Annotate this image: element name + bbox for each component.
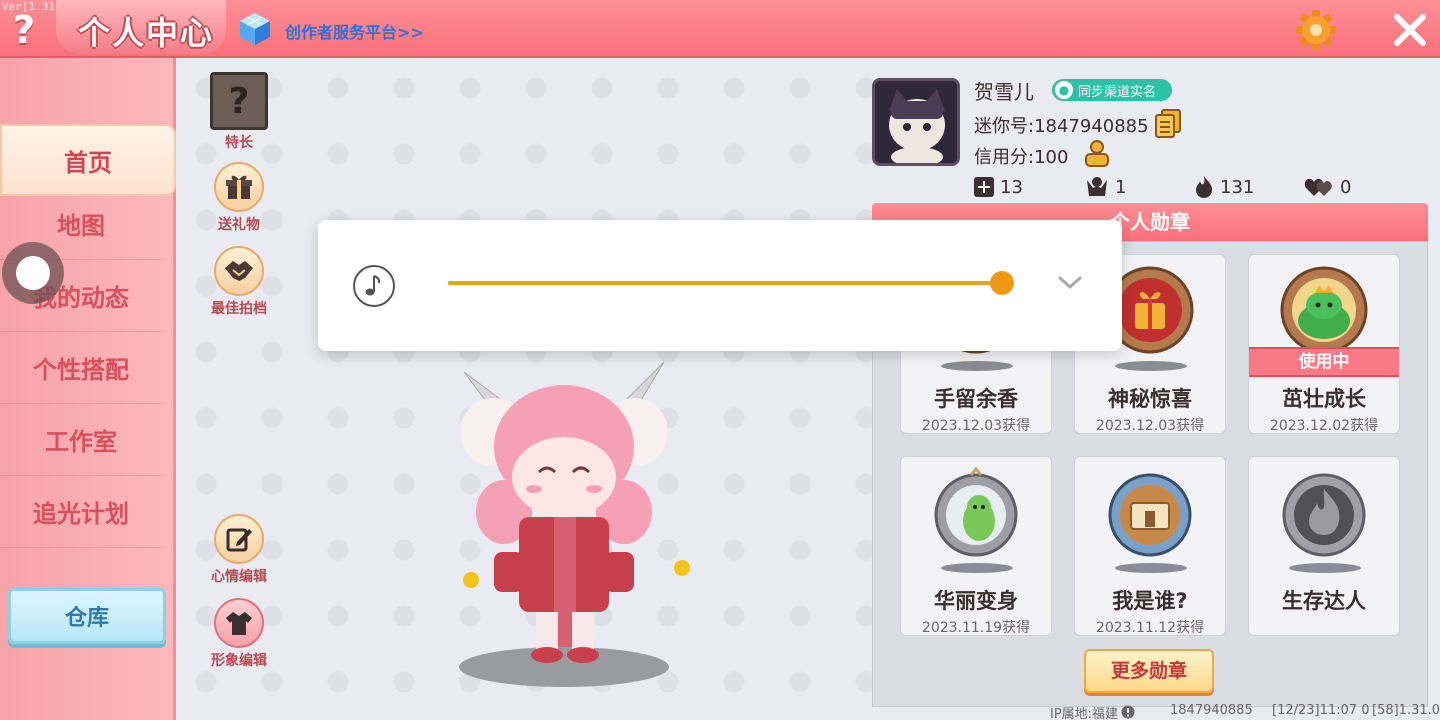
- talent-label: 特长: [225, 135, 253, 151]
- username: 贺雪儿: [974, 80, 1034, 104]
- badge-shadow: [941, 361, 1013, 371]
- character-avatar[interactable]: [424, 352, 704, 692]
- talent-button[interactable]: ? 特长: [199, 72, 279, 152]
- badge-medal-icon: [1282, 473, 1366, 557]
- best-partner-label: 最佳拍档: [211, 301, 267, 317]
- real-name-verified-badge[interactable]: ● 同步渠道实名: [1052, 79, 1172, 101]
- volume-slider-track[interactable]: [448, 281, 1002, 285]
- cube-icon[interactable]: [238, 11, 272, 47]
- badge-shadow: [1115, 361, 1187, 371]
- more-badges-button[interactable]: 更多勋章: [1084, 649, 1214, 693]
- warehouse-button[interactable]: 仓库: [8, 588, 166, 644]
- badge-date: 2023.12.02获得: [1269, 418, 1379, 434]
- stat-popularity[interactable]: 131: [1194, 174, 1254, 200]
- person-icon: ●: [1055, 81, 1073, 99]
- info-icon[interactable]: [1121, 705, 1135, 719]
- stat-followers-value: 1: [1115, 176, 1127, 198]
- top-bar: Ver[1.31.0][4.7.8.0][0] FPS:29.4 ? 个人中心 …: [0, 0, 1440, 58]
- image-edit-button[interactable]: 形象编辑: [199, 598, 279, 670]
- badge-card[interactable]: 华丽变身 2023.11.19获得: [900, 456, 1052, 636]
- badge-shadow: [941, 563, 1013, 573]
- ip-location: IP属地:福建: [1050, 707, 1119, 720]
- sidebar-item-outfit[interactable]: 个性搭配: [0, 332, 162, 404]
- badge-name: 生存达人: [1282, 589, 1366, 613]
- badge-date: 2023.12.03获得: [921, 418, 1031, 434]
- badge-medal-icon: [1280, 266, 1368, 354]
- sidebar-item-studio[interactable]: 工作室: [0, 404, 162, 476]
- badge-name: 手留余香: [934, 387, 1018, 411]
- stat-followers[interactable]: 1: [1085, 174, 1126, 200]
- badge-card[interactable]: 生存达人: [1248, 456, 1400, 636]
- stat-popularity-value: 131: [1220, 176, 1255, 198]
- badge-date: 2023.11.12获得: [1095, 620, 1205, 636]
- verify-badge-label: 同步渠道实名: [1078, 84, 1157, 100]
- badge-date: 2023.11.19获得: [921, 620, 1031, 636]
- stat-add-value: 13: [1000, 176, 1023, 198]
- handshake-icon: [214, 246, 264, 296]
- credit-info-icon[interactable]: [1082, 138, 1112, 168]
- badge-medal-icon: [1108, 473, 1192, 557]
- send-gift-label: 送礼物: [218, 217, 260, 233]
- footer-build: [58]1.31.0: [1372, 703, 1440, 718]
- gear-icon[interactable]: [1294, 8, 1338, 52]
- profile-avatar[interactable]: [872, 78, 960, 166]
- badge-name: 华丽变身: [934, 589, 1018, 613]
- close-icon[interactable]: [1388, 8, 1432, 52]
- best-partner-button[interactable]: 最佳拍档: [199, 246, 279, 318]
- badge-shadow: [1115, 563, 1187, 573]
- floating-assist-ball[interactable]: [2, 242, 64, 304]
- image-edit-label: 形象编辑: [211, 653, 267, 669]
- mood-edit-label: 心情编辑: [211, 569, 267, 585]
- sidebar-item-home[interactable]: 首页: [0, 124, 176, 196]
- fans-icon: [1087, 177, 1107, 196]
- help-button[interactable]: ?: [4, 8, 44, 52]
- mini-id: 迷你号:1847940885: [974, 116, 1149, 137]
- fire-icon: [1196, 176, 1213, 198]
- badge-date: 2023.12.03获得: [1095, 418, 1205, 434]
- badge-name: 神秘惊喜: [1108, 387, 1192, 411]
- sidebar-item-label: 个性搭配: [33, 356, 129, 384]
- send-gift-button[interactable]: 送礼物: [199, 162, 279, 234]
- hearts-icon: [1304, 178, 1332, 196]
- copy-icon[interactable]: [1154, 108, 1182, 138]
- question-box-icon: ?: [210, 72, 268, 130]
- sidebar-item-label: 地图: [57, 212, 105, 240]
- badge-card[interactable]: 我是谁? 2023.11.12获得: [1074, 456, 1226, 636]
- page-title: 个人中心: [78, 14, 215, 52]
- in-use-badge: 使用中: [1249, 347, 1399, 377]
- creator-platform-link[interactable]: 创作者服务平台>>: [285, 19, 424, 43]
- music-note-icon: [353, 265, 395, 307]
- sidebar-item-label: 工作室: [45, 428, 117, 456]
- footer-uid: 1847940885: [1170, 703, 1253, 718]
- badge-shadow: [1289, 563, 1361, 573]
- stat-likes[interactable]: 0: [1304, 174, 1351, 200]
- gift-icon: [214, 162, 264, 212]
- badge-name: 茁壮成长: [1282, 387, 1366, 411]
- badge-name: 我是谁?: [1112, 589, 1188, 613]
- sidebar-item-light-plan[interactable]: 追光计划: [0, 476, 162, 548]
- volume-popup: [318, 220, 1122, 351]
- sidebar-item-label: 首页: [64, 148, 112, 177]
- badge-medal-icon: [934, 467, 1018, 557]
- mood-edit-button[interactable]: 心情编辑: [199, 514, 279, 586]
- footer-timestamp: [12/23]11:07 0: [1272, 703, 1370, 718]
- stat-add[interactable]: 13: [974, 174, 1023, 200]
- edit-icon: [214, 514, 264, 564]
- stat-likes-value: 0: [1340, 176, 1352, 198]
- volume-slider-handle[interactable]: [990, 271, 1014, 295]
- badge-card[interactable]: 使用中 茁壮成长 2023.12.02获得: [1248, 254, 1400, 434]
- plus-square-icon: [974, 177, 994, 197]
- credit-score: 信用分:100: [974, 147, 1069, 168]
- sidebar-item-label: 追光计划: [33, 500, 129, 528]
- outfit-icon: [214, 598, 264, 648]
- chevron-down-icon[interactable]: [1056, 270, 1084, 294]
